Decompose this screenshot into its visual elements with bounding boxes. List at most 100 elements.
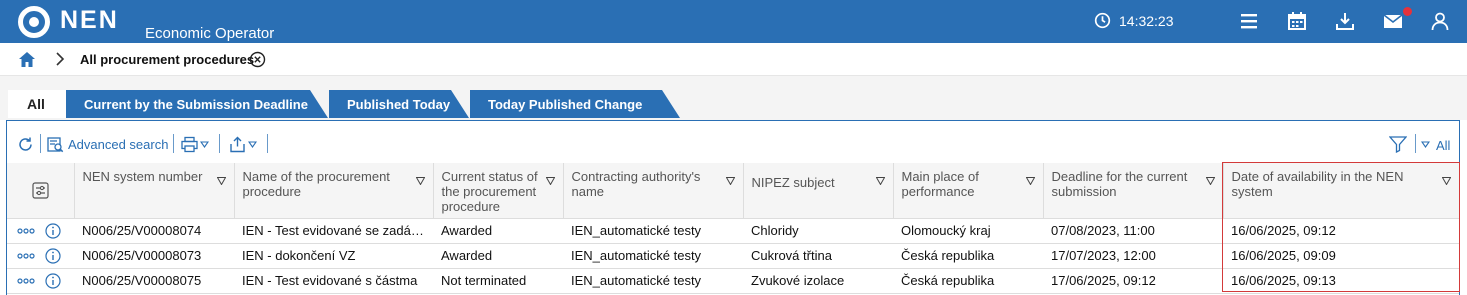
- cell-deadline: 17/06/2025, 09:12: [1043, 268, 1223, 294]
- cell-authority: IEN_automatické testy: [563, 243, 743, 269]
- sort-icon[interactable]: [216, 177, 226, 185]
- cell-authority: IEN_automatické testy: [563, 218, 743, 244]
- more-actions-icon[interactable]: [17, 252, 35, 260]
- cell-nipez-subject: Zvukové izolace: [743, 268, 893, 294]
- cell-status: Awarded: [433, 218, 563, 244]
- refresh-icon[interactable]: [17, 136, 34, 153]
- info-icon[interactable]: [45, 248, 61, 264]
- procedures-table: NEN system number Name of the procuremen…: [7, 163, 1459, 294]
- filter-all-selector[interactable]: All: [1436, 138, 1450, 153]
- sort-icon[interactable]: [415, 177, 425, 185]
- column-header-label: Name of the procurement procedure: [242, 169, 390, 199]
- tab-all[interactable]: All: [8, 90, 66, 118]
- close-icon[interactable]: [249, 51, 266, 68]
- advanced-search-button[interactable]: Advanced search: [68, 137, 168, 152]
- nen-logo-icon[interactable]: [18, 6, 50, 38]
- cell-place: Olomoucký kraj: [893, 218, 1043, 244]
- column-header-label: Contracting authority's name: [571, 169, 701, 199]
- table-row[interactable]: N006/25/V00008074 IEN - Test evidované s…: [7, 218, 1459, 244]
- chevron-down-icon[interactable]: [248, 136, 257, 153]
- cell-deadline: 07/08/2023, 11:00: [1043, 218, 1223, 244]
- cell-place: Česká republika: [893, 243, 1043, 269]
- chevron-down-icon[interactable]: [200, 136, 209, 153]
- more-actions-icon[interactable]: [17, 277, 35, 285]
- calendar-icon[interactable]: [1287, 11, 1307, 31]
- toolbar-divider: [173, 134, 174, 153]
- column-settings-icon[interactable]: [32, 182, 49, 199]
- tab-published-today[interactable]: Published Today: [329, 90, 469, 118]
- clock-icon: [1094, 12, 1111, 29]
- sort-icon[interactable]: [725, 177, 735, 185]
- top-header: NEN Economic Operator 14:32:23: [0, 0, 1467, 43]
- more-actions-icon[interactable]: [17, 227, 35, 235]
- breadcrumb: All procurement procedures: [0, 43, 1467, 76]
- cell-availability-date: 16/06/2025, 09:09: [1223, 243, 1459, 269]
- toolbar-divider: [267, 134, 268, 153]
- session-clock: 14:32:23: [1094, 12, 1174, 29]
- column-header[interactable]: Current status of the procurement proced…: [432, 163, 563, 219]
- toolbar-divider: [219, 134, 220, 153]
- download-icon[interactable]: [1335, 11, 1355, 31]
- column-header-label: Main place of performance: [901, 169, 979, 199]
- column-header[interactable]: Deadline for the current submission: [1042, 163, 1223, 219]
- cell-system-number: N006/25/V00008074: [74, 218, 234, 244]
- chevron-right-icon: [56, 52, 65, 66]
- grid-toolbar: Advanced search All: [7, 121, 1459, 163]
- sort-icon[interactable]: [545, 177, 555, 185]
- tab-current-by-deadline[interactable]: Current by the Submission Deadline: [66, 90, 328, 118]
- cell-authority: IEN_automatické testy: [563, 268, 743, 294]
- toolbar-divider: [1415, 134, 1416, 153]
- column-settings-cell: [7, 163, 74, 219]
- export-icon[interactable]: [229, 136, 246, 153]
- home-icon[interactable]: [18, 51, 36, 68]
- advanced-search-icon[interactable]: [47, 136, 64, 153]
- column-header[interactable]: Date of availability in the NEN system: [1222, 163, 1459, 219]
- column-header-label: Current status of the procurement proced…: [441, 169, 538, 214]
- table-row[interactable]: N006/25/V00008073 IEN - dokončení VZ Awa…: [7, 243, 1459, 269]
- menu-icon[interactable]: [1239, 11, 1259, 31]
- column-header-label: NIPEZ subject: [751, 175, 835, 190]
- print-icon[interactable]: [181, 136, 198, 153]
- breadcrumb-current: All procurement procedures: [80, 52, 255, 67]
- brand-subtitle: Economic Operator: [145, 25, 275, 42]
- mail-icon[interactable]: [1383, 11, 1403, 31]
- cell-availability-date: 16/06/2025, 09:12: [1223, 218, 1459, 244]
- brand-name: NEN: [60, 6, 119, 34]
- column-header[interactable]: NIPEZ subject: [742, 163, 893, 219]
- column-header-label: Date of availability in the NEN system: [1231, 169, 1404, 199]
- filter-icon[interactable]: [1389, 135, 1407, 153]
- table-row[interactable]: N006/25/V00008075 IEN - Test evidované s…: [7, 268, 1459, 294]
- cell-status: Not terminated: [433, 268, 563, 294]
- chevron-down-icon[interactable]: [1421, 136, 1430, 153]
- cell-system-number: N006/25/V00008073: [74, 243, 234, 269]
- column-header[interactable]: NEN system number: [73, 163, 234, 219]
- info-icon[interactable]: [45, 273, 61, 289]
- row-actions-cell: [7, 268, 74, 294]
- cell-procedure-name[interactable]: IEN - dokončení VZ: [234, 243, 433, 269]
- user-icon[interactable]: [1430, 11, 1450, 31]
- tab-today-published-change[interactable]: Today Published Change: [470, 90, 680, 118]
- sort-icon[interactable]: [875, 177, 885, 185]
- column-header-label: Deadline for the current submission: [1051, 169, 1188, 199]
- results-panel: Advanced search All NEN system number Na…: [6, 120, 1460, 295]
- sort-icon[interactable]: [1025, 177, 1035, 185]
- cell-place: Česká republika: [893, 268, 1043, 294]
- cell-deadline: 17/07/2023, 12:00: [1043, 243, 1223, 269]
- clock-time: 14:32:23: [1119, 12, 1174, 29]
- row-actions-cell: [7, 218, 74, 244]
- cell-procedure-name[interactable]: IEN - Test evidované se zadávacím řízení…: [234, 218, 433, 244]
- column-header[interactable]: Main place of performance: [892, 163, 1043, 219]
- cell-system-number: N006/25/V00008075: [74, 268, 234, 294]
- sort-icon[interactable]: [1205, 177, 1215, 185]
- tab-strip: All Current by the Submission Deadline P…: [0, 76, 1467, 120]
- cell-nipez-subject: Cukrová třtina: [743, 243, 893, 269]
- cell-nipez-subject: Chloridy: [743, 218, 893, 244]
- toolbar-divider: [40, 134, 41, 153]
- column-header[interactable]: Contracting authority's name: [562, 163, 743, 219]
- column-header[interactable]: Name of the procurement procedure: [233, 163, 433, 219]
- sort-icon[interactable]: [1442, 177, 1451, 185]
- notification-badge: [1403, 7, 1412, 16]
- cell-procedure-name[interactable]: IEN - Test evidované s částma: [234, 268, 433, 294]
- info-icon[interactable]: [45, 223, 61, 239]
- table-header-row: NEN system number Name of the procuremen…: [7, 163, 1459, 219]
